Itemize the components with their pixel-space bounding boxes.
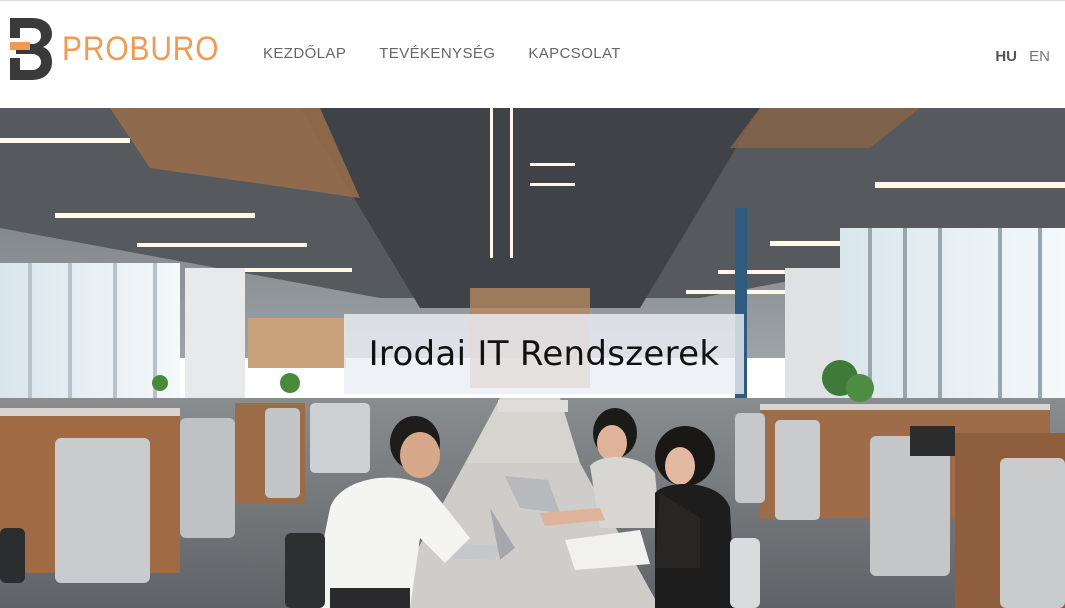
language-switcher: HU EN	[995, 48, 1050, 65]
hero-title-box: Irodai IT Rendszerek	[344, 314, 744, 394]
lang-hu[interactable]: HU	[995, 48, 1017, 65]
lang-en[interactable]: EN	[1029, 48, 1050, 65]
hero-banner: Irodai IT Rendszerek	[0, 108, 1065, 608]
nav-item-kezdolap[interactable]: KEZDŐLAP	[263, 45, 346, 62]
main-nav: KEZDŐLAP TEVÉKENYSÉG KAPCSOLAT	[263, 45, 654, 62]
hero-title: Irodai IT Rendszerek	[368, 334, 720, 374]
nav-item-kapcsolat[interactable]: KAPCSOLAT	[528, 45, 621, 62]
proburo-logo-icon	[10, 18, 52, 80]
logo-link[interactable]: PROBURO	[10, 18, 241, 80]
nav-item-tevekenyseg[interactable]: TEVÉKENYSÉG	[379, 45, 495, 62]
site-header: PROBURO KEZDŐLAP TEVÉKENYSÉG KAPCSOLAT H…	[0, 1, 1065, 108]
brand-name: PROBURO	[62, 30, 220, 68]
